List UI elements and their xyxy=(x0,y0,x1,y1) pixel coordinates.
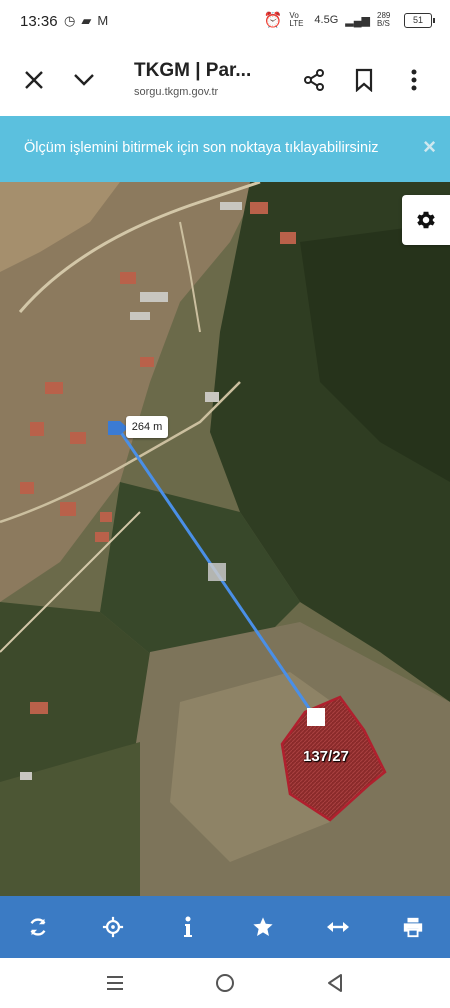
share-icon[interactable] xyxy=(296,62,332,98)
refresh-icon[interactable] xyxy=(0,896,75,958)
more-vert-icon[interactable] xyxy=(396,62,432,98)
system-nav-bar xyxy=(0,958,450,1008)
map-view[interactable] xyxy=(0,182,450,896)
satellite-imagery xyxy=(0,182,450,896)
measure-midpoint-handle xyxy=(208,563,226,581)
page-title: TKGM | Par... xyxy=(134,60,252,81)
banner-message: Ölçüm işlemini bitirmek için son noktaya… xyxy=(24,140,379,156)
print-icon[interactable] xyxy=(375,896,450,958)
home-icon[interactable] xyxy=(205,963,245,1003)
parcel-label[interactable]: 137/27 xyxy=(303,748,349,765)
signal-icon: ▂▄▆ xyxy=(345,14,370,27)
page-url: sorgu.tkgm.gov.tr xyxy=(134,86,219,98)
measure-icon[interactable] xyxy=(300,896,375,958)
map-settings-button[interactable] xyxy=(402,195,450,245)
clock-icon: ◷ xyxy=(64,13,76,28)
back-icon[interactable] xyxy=(315,963,355,1003)
close-icon[interactable] xyxy=(16,62,52,98)
gear-icon xyxy=(417,211,435,229)
banner-close-button[interactable]: × xyxy=(423,134,436,160)
image-icon: ▰ xyxy=(81,13,92,28)
gmail-icon: M xyxy=(97,13,109,28)
locate-icon[interactable] xyxy=(75,896,150,958)
volte-indicator: Vo LTE xyxy=(289,11,304,28)
status-system-icons: ⏰ Vo LTE 4.5G ▂▄▆ 289 B/S 51 xyxy=(263,11,435,29)
info-icon[interactable] xyxy=(150,896,225,958)
bookmark-icon[interactable] xyxy=(346,62,382,98)
star-icon[interactable] xyxy=(225,896,300,958)
page-title-block[interactable]: TKGM | Par... sorgu.tkgm.gov.tr xyxy=(134,60,284,98)
chevron-down-icon[interactable] xyxy=(66,62,102,98)
status-bar: 13:36 ◷ ▰ M ⏰ Vo LTE 4.5G ▂▄▆ 289 B/S 51 xyxy=(0,0,450,44)
recent-apps-icon[interactable] xyxy=(95,963,135,1003)
distance-label: 264 m xyxy=(126,416,168,438)
info-banner: Ölçüm işlemini bitirmek için son noktaya… xyxy=(0,116,450,182)
browser-toolbar: TKGM | Par... sorgu.tkgm.gov.tr xyxy=(0,44,450,116)
battery-icon: 51 xyxy=(404,12,435,28)
network-indicator: 4.5G xyxy=(314,14,339,26)
status-time: 13:36 xyxy=(20,13,58,30)
status-notification-icons: ◷ ▰ M xyxy=(64,13,108,29)
alarm-icon: ⏰ xyxy=(263,12,283,29)
measure-end-point xyxy=(307,708,325,726)
speed-indicator: 289 B/S xyxy=(377,11,391,28)
map-tools-bar xyxy=(0,896,450,958)
